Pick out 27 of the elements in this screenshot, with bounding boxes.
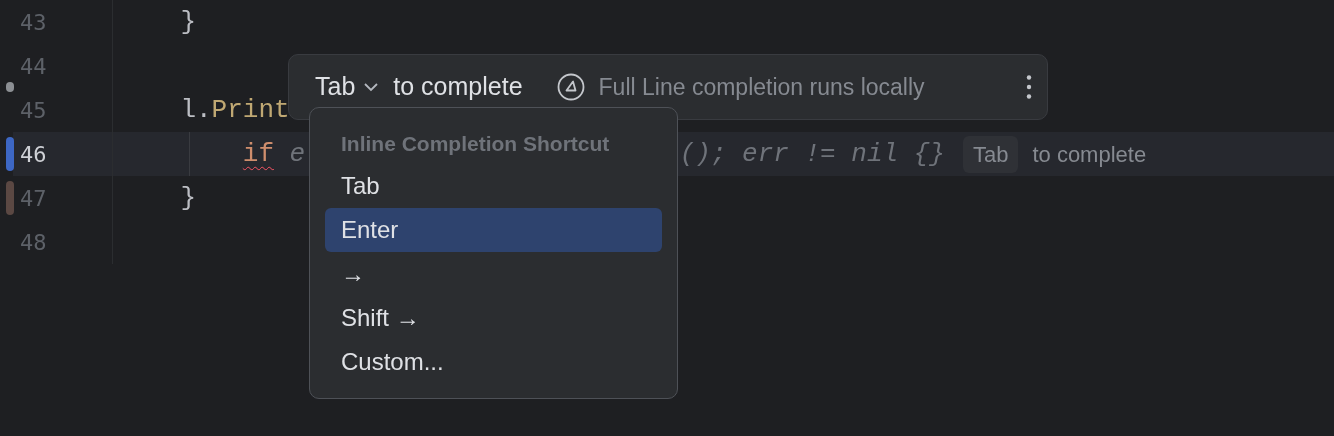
line-number: 45 xyxy=(20,96,47,125)
menu-item[interactable]: Enter xyxy=(325,208,662,252)
menu-item[interactable]: Tab xyxy=(325,164,662,208)
menu-item[interactable]: Shift → xyxy=(325,296,662,340)
more-options-icon[interactable] xyxy=(1025,74,1033,100)
code-text: } xyxy=(180,5,196,39)
shortcut-dropdown[interactable]: Tab xyxy=(315,68,380,106)
line-number: 43 xyxy=(20,8,47,37)
menu-item[interactable]: → xyxy=(325,252,662,296)
menu-header: Inline Completion Shortcut xyxy=(340,131,611,157)
line-number: 47 xyxy=(20,184,47,213)
code-text: l. xyxy=(180,93,212,127)
code-text: } xyxy=(180,181,196,215)
ghost-completion-text: (); err != nil {} xyxy=(679,137,945,171)
hint-text: to complete xyxy=(1032,140,1147,169)
menu-item[interactable]: Custom... xyxy=(325,340,662,384)
line-number: 44 xyxy=(20,52,47,81)
info-text: Full Line completion runs locally xyxy=(598,72,925,102)
key-hint: Tab xyxy=(962,135,1019,173)
triangle-circle-icon xyxy=(556,73,585,101)
ghost-completion-text: e xyxy=(288,137,306,171)
popup-label: to complete xyxy=(393,71,523,103)
line-number: 48 xyxy=(20,228,47,257)
keyword: if xyxy=(242,137,274,171)
function-name: Print xyxy=(211,93,290,127)
line-number: 46 xyxy=(20,140,47,169)
chevron-down-icon xyxy=(363,82,380,92)
